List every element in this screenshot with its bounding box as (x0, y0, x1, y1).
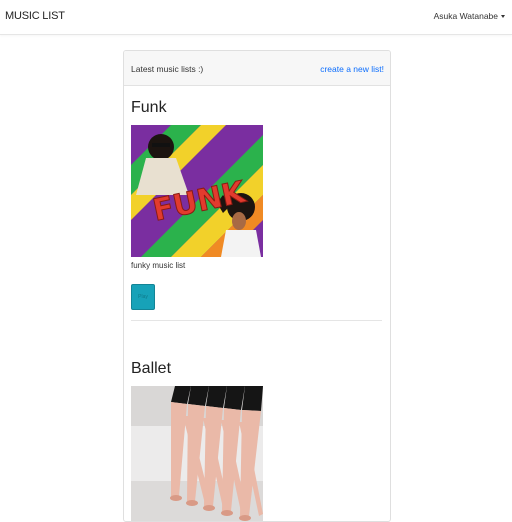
card-header: Latest music lists :) create a new list! (124, 51, 390, 86)
card-header-title: Latest music lists :) (131, 64, 204, 74)
caret-down-icon (501, 14, 505, 18)
ballet-artwork (131, 386, 263, 521)
list-description: funky music list (131, 261, 186, 270)
ballet-cover-image[interactable] (131, 386, 263, 521)
brand-link[interactable]: MUSIC LIST (5, 10, 65, 22)
list-title: Funk (131, 99, 167, 116)
top-navbar: MUSIC LIST Asuka Watanabe (0, 0, 512, 35)
user-name: Asuka Watanabe (433, 11, 498, 21)
play-button[interactable]: Play (131, 284, 155, 310)
list-item: Funk FUNK funky music list Play (131, 99, 382, 329)
play-button-label: Play (138, 294, 148, 300)
user-dropdown[interactable]: Asuka Watanabe (434, 11, 505, 21)
funk-cover-image[interactable]: FUNK (131, 125, 263, 257)
create-new-list-link[interactable]: create a new list! (320, 64, 384, 74)
music-list-card: Latest music lists :) create a new list!… (123, 50, 391, 522)
funk-artwork: FUNK (131, 125, 263, 257)
item-divider (131, 320, 382, 321)
list-title: Ballet (131, 360, 172, 377)
list-item: Ballet (131, 360, 382, 521)
